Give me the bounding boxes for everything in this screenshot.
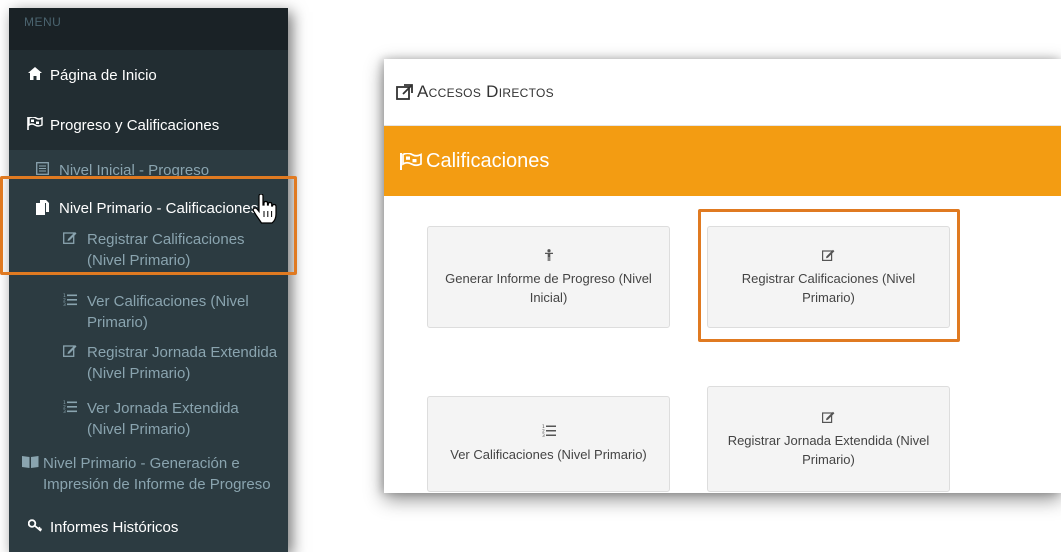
child-icon: [544, 248, 553, 267]
sidebar-item-label: Nivel Primario - Generación e Impresión …: [43, 455, 271, 493]
sidebar-item-label: Informes Históricos: [50, 518, 179, 536]
list-ol-icon: 123: [59, 291, 81, 312]
sidebar-item-generacion-impresion-informe[interactable]: Nivel Primario - Generación e Impresión …: [9, 453, 288, 495]
edit-icon: [59, 342, 81, 363]
sidebar-item-registrar-jornada-extendida[interactable]: Registrar Jornada Extendida (Nivel Prima…: [9, 342, 288, 384]
calificaciones-section-header: Calificaciones: [384, 126, 1061, 196]
panel-header: Accesos Directos: [384, 59, 1061, 126]
section-title: Calificaciones: [426, 149, 550, 172]
sidebar-item-ver-jornada-extendida[interactable]: 123 Ver Jornada Extendida (Nivel Primari…: [9, 398, 288, 440]
panel-title: Accesos Directos: [417, 82, 554, 101]
sidebar-item-progreso-y-calificaciones[interactable]: Progreso y Calificaciones: [9, 100, 288, 150]
home-icon: [24, 67, 46, 83]
tile-highlight-box: [698, 209, 960, 342]
sidebar-item-pagina-de-inicio[interactable]: Página de Inicio: [9, 50, 288, 100]
tile-ver-calificaciones[interactable]: 123 Ver Calificaciones (Nivel Primario): [427, 396, 670, 492]
flag-checkered-icon: [24, 116, 46, 133]
sidebar-item-label: Ver Jornada Extendida (Nivel Primario): [87, 400, 239, 438]
key-icon: [24, 519, 46, 535]
accesos-directos-panel: Accesos Directos Calificaciones Generar …: [384, 59, 1061, 493]
list-ol-icon: 123: [59, 398, 81, 419]
book-icon: [19, 453, 41, 474]
tile-generar-informe-progreso[interactable]: Generar Informe de Progreso (Nivel Inici…: [427, 226, 670, 328]
tile-registrar-jornada-extendida[interactable]: Registrar Jornada Extendida (Nivel Prima…: [707, 386, 950, 492]
menu-header: MENU: [9, 8, 288, 50]
tile-label: Registrar Jornada Extendida (Nivel Prima…: [727, 432, 930, 467]
external-link-icon: [396, 84, 413, 100]
sidebar-item-ver-calificaciones[interactable]: 123 Ver Calificaciones (Nivel Primario): [9, 291, 288, 333]
sidebar-item-label: Registrar Jornada Extendida (Nivel Prima…: [87, 344, 278, 382]
tile-label: Ver Calificaciones (Nivel Primario): [450, 447, 647, 462]
svg-text:3: 3: [63, 302, 66, 306]
sidebar-item-label: Progreso y Calificaciones: [50, 116, 220, 134]
hand-cursor-icon: [252, 193, 278, 224]
tile-label: Generar Informe de Progreso (Nivel Inici…: [445, 270, 652, 305]
sidebar-highlight-box: [0, 176, 297, 275]
sidebar-item-informes-historicos[interactable]: Informes Históricos: [9, 502, 288, 552]
sidebar-item-label: Página de Inicio: [50, 66, 157, 84]
svg-text:3: 3: [63, 409, 66, 413]
svg-text:3: 3: [542, 433, 545, 437]
sidebar-item-label: Ver Calificaciones (Nivel Primario): [87, 293, 249, 331]
list-ol-icon: 123: [542, 424, 556, 443]
sidebar-menu: MENU Página de Inicio Progreso y Calific…: [9, 8, 288, 552]
flag-checkered-icon: [400, 152, 422, 170]
edit-icon: [822, 410, 835, 429]
